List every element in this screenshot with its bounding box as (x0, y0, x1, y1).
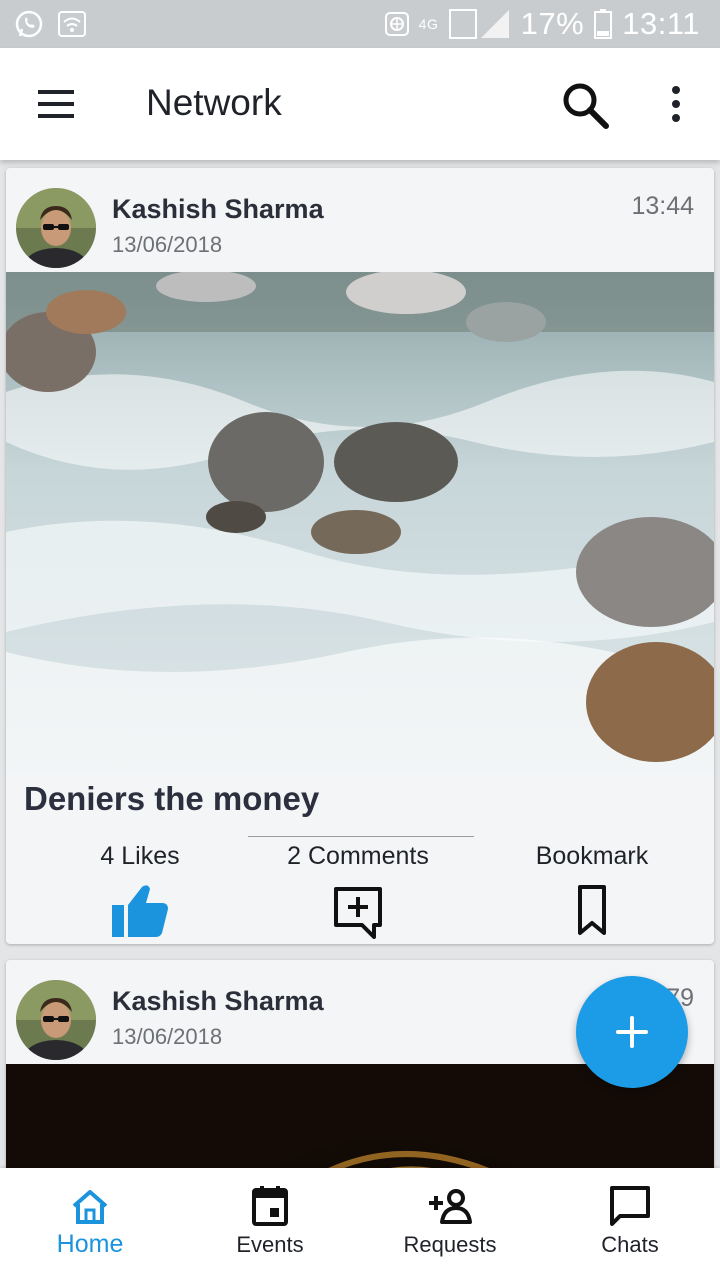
bookmark-icon (578, 885, 606, 935)
avatar[interactable] (16, 980, 96, 1060)
nav-requests-label: Requests (403, 1232, 497, 1257)
vpn-icon (384, 12, 409, 36)
post-date: 13/06/2018 (112, 232, 223, 257)
divider (248, 836, 474, 837)
avatar[interactable] (16, 188, 96, 268)
add-post-button[interactable] (576, 976, 688, 1088)
signal-icon (448, 9, 509, 39)
author-name[interactable]: Kashish Sharma (112, 986, 324, 1017)
battery-percent: 17% (520, 6, 585, 41)
status-bar: 4G 17% 13:11 (0, 0, 720, 48)
home-icon (72, 1190, 108, 1224)
nav-events[interactable]: Events (180, 1168, 360, 1280)
likes-count: 4 Likes (100, 842, 180, 870)
wifi-icon (58, 11, 86, 37)
post-image[interactable] (6, 270, 714, 772)
nav-home-label: Home (56, 1230, 124, 1258)
search-icon (563, 83, 609, 129)
battery-icon (594, 9, 613, 39)
bookmark-label: Bookmark (535, 842, 649, 870)
nav-requests[interactable]: Requests (360, 1168, 540, 1280)
search-button[interactable] (558, 78, 614, 134)
calendar-icon (252, 1186, 288, 1226)
post-time: 13:44 (631, 192, 694, 220)
page-title: Network (146, 82, 282, 123)
status-bar-left (14, 9, 86, 39)
person-add-icon (429, 1189, 472, 1224)
more-options-button[interactable] (656, 80, 696, 132)
nav-chats-label: Chats (601, 1232, 659, 1257)
nav-events-label: Events (236, 1232, 304, 1257)
add-comment-icon (334, 887, 382, 939)
add-icon (616, 1016, 648, 1048)
chat-icon (610, 1186, 650, 1226)
more-vert-icon (672, 86, 680, 122)
post-date: 13/06/2018 (112, 1024, 223, 1049)
thumbs-up-icon (112, 885, 168, 937)
like-button[interactable]: 4 Likes (40, 842, 240, 941)
nav-chats[interactable]: Chats (540, 1168, 720, 1280)
bookmark-button[interactable]: Bookmark (492, 842, 692, 941)
menu-button[interactable] (28, 78, 84, 130)
comments-count: 2 Comments (287, 842, 429, 870)
post-card[interactable]: Kashish Sharma 13/06/2018 13:44 Deniers … (6, 168, 714, 944)
comment-button[interactable]: 2 Comments (258, 842, 458, 941)
menu-icon (38, 90, 74, 118)
status-bar-right: 4G 17% 13:11 (384, 6, 700, 42)
author-name[interactable]: Kashish Sharma (112, 194, 324, 225)
nav-home[interactable]: Home (0, 1168, 180, 1280)
app-bar: Network (0, 48, 720, 160)
network-type: 4G (418, 16, 439, 32)
bottom-navigation: Home Events Requests Chats (0, 1168, 720, 1280)
whatsapp-icon (15, 10, 43, 38)
post-title: Deniers the money (24, 780, 320, 817)
status-time: 13:11 (622, 6, 700, 41)
